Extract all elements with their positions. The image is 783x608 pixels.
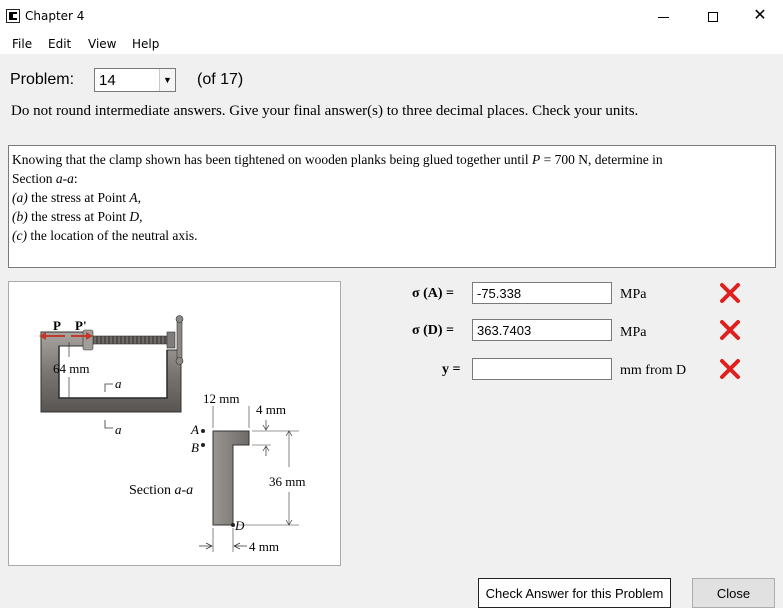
dim-4-top-label: 4 mm	[256, 402, 286, 417]
statement-line-1: Knowing that the clamp shown has been ti…	[12, 152, 663, 167]
answer-label-sigma-d: σ (D) =	[412, 323, 455, 338]
point-b-marker	[201, 443, 205, 447]
minimize-icon	[657, 16, 669, 18]
dim-36-label: 36 mm	[269, 474, 305, 489]
sigma-d-input[interactable]	[472, 319, 612, 341]
menu-view[interactable]: View	[88, 37, 116, 51]
statement-part-c: (c) the location of the neutral axis.	[12, 228, 198, 243]
close-icon: ✕	[753, 7, 767, 24]
instructions: Do not round intermediate answers. Give …	[11, 103, 639, 119]
maximize-icon	[708, 12, 718, 23]
cut-marker-bottom	[104, 420, 113, 429]
app-icon	[6, 9, 20, 23]
problem-count: (of 17)	[197, 71, 244, 88]
incorrect-icon	[720, 283, 740, 303]
figure-panel: P P' 64 mm a a A B D 12 mm 4 mm 36 mm 4 …	[8, 281, 341, 566]
t-section	[212, 430, 250, 526]
close-button[interactable]: Close	[692, 578, 775, 608]
check-answer-button[interactable]: Check Answer for this Problem	[478, 578, 671, 608]
dim-12-label: 12 mm	[203, 391, 239, 406]
menu-edit[interactable]: Edit	[48, 37, 71, 51]
point-a-label: A	[190, 422, 199, 437]
sigma-d-unit: MPa	[620, 325, 647, 340]
cut-marker-top	[104, 383, 113, 392]
y-unit: mm from D	[620, 363, 687, 378]
window-close-button[interactable]: ✕	[737, 0, 783, 32]
point-b-label: B	[191, 440, 199, 455]
sigma-a-input[interactable]	[472, 282, 612, 304]
incorrect-icon	[720, 320, 740, 340]
force-p-prime-label: P'	[75, 318, 87, 333]
clamp-figure: P P' 64 mm a a A B D 12 mm 4 mm 36 mm 4 …	[39, 315, 305, 554]
window-title: Chapter 4	[25, 9, 85, 23]
maximize-button[interactable]	[690, 0, 736, 32]
menu-bar: File Edit View Help	[0, 32, 783, 54]
menu-help[interactable]: Help	[132, 37, 159, 51]
answer-label-sigma-a: σ (A) =	[412, 286, 455, 301]
force-p-label: P	[53, 318, 61, 333]
dim-4-bottom-label: 4 mm	[249, 539, 279, 554]
point-d-label: D	[234, 518, 245, 533]
dim-4-bottom-arrow1	[199, 542, 213, 550]
statement-line-2: Section a-a:	[12, 171, 78, 186]
sigma-a-unit: MPa	[620, 287, 647, 302]
cut-label-top: a	[115, 376, 122, 391]
title-bar: Chapter 4 ✕	[0, 0, 783, 32]
dim-4-top-arrow2	[262, 445, 270, 456]
chevron-down-icon[interactable]: ▼	[159, 69, 175, 91]
cut-label-bottom: a	[115, 422, 122, 437]
problem-label: Problem:	[10, 71, 75, 88]
answer-label-y: y =	[442, 362, 461, 377]
minimize-button[interactable]	[640, 0, 686, 32]
problem-select-value: 14	[99, 72, 116, 89]
statement-part-a: (a) the stress at Point A,	[12, 190, 141, 205]
dim-4-bottom-arrow2	[233, 542, 247, 550]
incorrect-icon	[720, 359, 740, 379]
point-a-marker	[201, 429, 205, 433]
section-label: Section a-a	[129, 483, 193, 498]
menu-file[interactable]: File	[12, 37, 32, 51]
dim-64-label: 64 mm	[53, 361, 89, 376]
statement-part-b: (b) the stress at Point D,	[12, 209, 143, 224]
problem-statement: Knowing that the clamp shown has been ti…	[8, 145, 776, 268]
y-input[interactable]	[472, 358, 612, 380]
dim-4-top-arrow1	[262, 420, 270, 431]
problem-select[interactable]: 14 ▼	[94, 68, 176, 92]
